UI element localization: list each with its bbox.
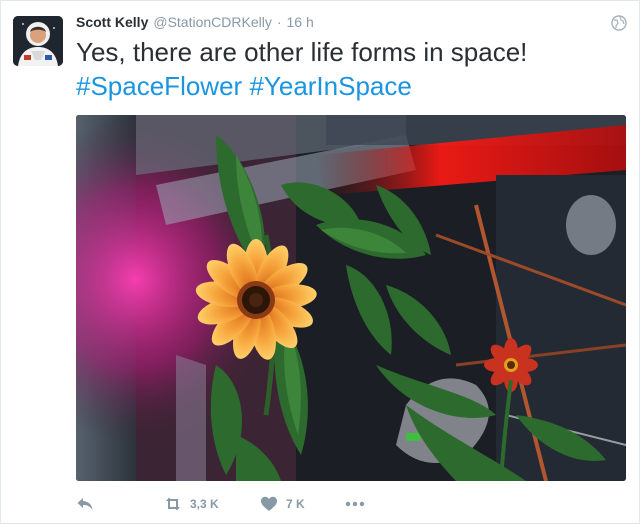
- author-handle[interactable]: @StationCDRKelly: [153, 14, 271, 30]
- tweet-photo[interactable]: [76, 115, 626, 481]
- tweet-header: Scott Kelly @StationCDRKelly · 16 h: [76, 14, 314, 34]
- tweet-text-body: Yes, there are other life forms in space…: [76, 37, 528, 67]
- more-dots-icon: [345, 501, 365, 507]
- tweet-actions: 3,3 K 7 K: [76, 491, 374, 517]
- author-name[interactable]: Scott Kelly: [76, 14, 148, 30]
- more-button[interactable]: [344, 491, 374, 517]
- separator-dot: ·: [276, 14, 282, 30]
- avatar[interactable]: [13, 16, 63, 66]
- like-button[interactable]: 7 K: [260, 491, 344, 517]
- globe-icon[interactable]: [611, 15, 627, 31]
- heart-icon: [261, 496, 277, 511]
- reply-button[interactable]: [76, 491, 164, 517]
- like-count: 7 K: [286, 497, 305, 511]
- tweet-text: Yes, there are other life forms in space…: [76, 35, 621, 103]
- hashtag-spaceflower[interactable]: #SpaceFlower: [76, 71, 242, 101]
- space-flower-photo: [76, 115, 626, 481]
- hashtag-yearinspace[interactable]: #YearInSpace: [249, 71, 411, 101]
- reply-icon: [77, 498, 93, 510]
- tweet-card: Scott Kelly @StationCDRKelly · 16 h Yes,…: [0, 0, 640, 524]
- retweet-button[interactable]: 3,3 K: [164, 491, 260, 517]
- retweet-count: 3,3 K: [190, 497, 219, 511]
- avatar-astronaut-image: [13, 16, 63, 66]
- retweet-icon: [166, 497, 180, 511]
- tweet-timestamp[interactable]: 16 h: [287, 14, 314, 30]
